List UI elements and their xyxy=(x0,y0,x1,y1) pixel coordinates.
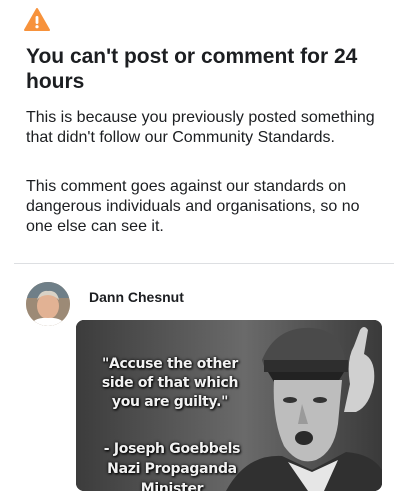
meme-attribution-title: Nazi Propaganda Minister xyxy=(107,461,237,491)
meme-attribution: - Joseph Goebbels Nazi Propaganda Minist… xyxy=(82,439,262,491)
meme-quote-text: "Accuse the other side of that which you… xyxy=(101,356,239,410)
meme-attribution-name: - Joseph Goebbels xyxy=(103,441,241,457)
divider xyxy=(14,263,394,264)
restriction-title: You can't post or comment for 24 hours xyxy=(26,45,358,93)
comment-author-name[interactable]: Dann Chesnut xyxy=(89,289,184,305)
restriction-detail: This comment goes against our standards … xyxy=(26,178,360,235)
comment-image[interactable]: "Accuse the other side of that which you… xyxy=(76,320,382,491)
restriction-reason: This is because you previously posted so… xyxy=(26,109,375,146)
warning-icon xyxy=(24,7,50,33)
avatar[interactable] xyxy=(26,282,70,326)
